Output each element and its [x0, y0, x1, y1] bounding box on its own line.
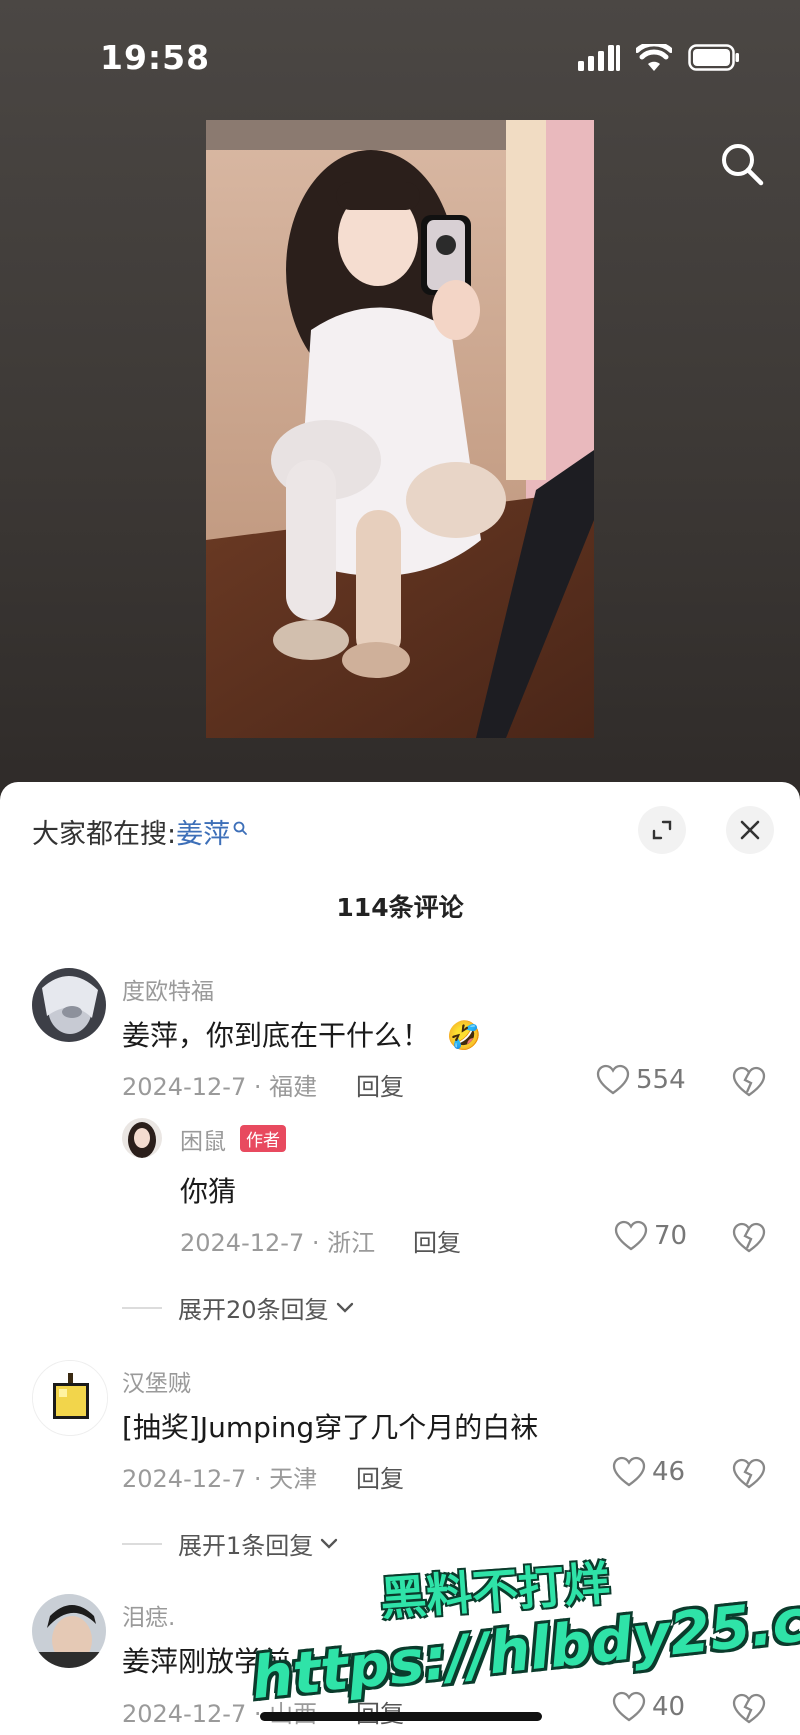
expand-replies-button[interactable]: 展开1条回复 [122, 1526, 339, 1561]
avatar[interactable] [122, 1118, 162, 1158]
status-time: 19:58 [100, 38, 211, 77]
divider-line [122, 1542, 162, 1545]
home-indicator[interactable] [260, 1712, 542, 1721]
like-button[interactable]: 554 [596, 1064, 686, 1096]
broken-heart-icon[interactable] [732, 1066, 766, 1098]
reply-username[interactable]: 困鼠 [180, 1122, 226, 1156]
close-icon [740, 820, 760, 840]
broken-heart-icon[interactable] [732, 1693, 766, 1725]
comment-text: [抽奖]Jumping穿了几个月的白袜 [122, 1411, 539, 1444]
like-count: 70 [654, 1221, 688, 1251]
expand-button[interactable] [638, 806, 686, 854]
expand-replies-label[interactable]: 展开1条回复 [178, 1526, 313, 1561]
reply-button[interactable]: 回复 [413, 1223, 461, 1258]
comment-meta: 2024-12-7 · 天津 [122, 1465, 318, 1493]
like-button[interactable]: 70 [614, 1220, 687, 1252]
avatar[interactable] [32, 1594, 106, 1668]
search-icon [233, 821, 248, 835]
divider-line [122, 1306, 162, 1309]
signal-icon [578, 44, 620, 71]
comment-count: 114条评论 [336, 893, 464, 922]
comment-text-body: 姜萍，你到底在干什么！ [122, 1019, 431, 1052]
like-count: 46 [652, 1457, 686, 1487]
avatar[interactable] [32, 1360, 108, 1436]
like-count: 554 [636, 1065, 686, 1095]
comment-sheet: 大家都在搜: 姜萍 114条评论 度欧特福 姜萍，你到底在干什么！ 🤣 2024… [0, 782, 800, 1735]
laughing-emoji: 🤣 [446, 1019, 482, 1052]
expand-icon [652, 820, 672, 840]
heart-icon [612, 1691, 646, 1722]
heart-icon [612, 1456, 646, 1487]
reply-button[interactable]: 回复 [356, 1067, 404, 1102]
comment-meta: 2024-12-7 · 福建 [122, 1073, 318, 1101]
expand-replies-button[interactable]: 展开20条回复 [122, 1290, 355, 1325]
heart-icon [596, 1064, 630, 1095]
broken-heart-icon[interactable] [732, 1222, 766, 1254]
comment-username[interactable]: 度欧特福 [122, 972, 214, 1006]
like-button[interactable]: 40 [612, 1691, 685, 1723]
heart-icon [614, 1220, 648, 1251]
battery-icon [688, 44, 739, 71]
hot-search-keyword-text[interactable]: 姜萍 [176, 812, 230, 851]
status-bar: 19:58 [0, 0, 800, 110]
comment-username[interactable]: 泪痣. [122, 1598, 175, 1632]
close-button[interactable] [726, 806, 774, 854]
post-photo[interactable] [206, 120, 594, 738]
wifi-icon [636, 44, 672, 71]
chevron-down-icon [321, 1538, 338, 1549]
reply-text: 你猜 [180, 1175, 237, 1208]
hot-search-keyword[interactable]: 姜萍 [176, 812, 248, 851]
chevron-down-icon [336, 1302, 353, 1313]
comment-username[interactable]: 汉堡贼 [122, 1364, 191, 1398]
expand-replies-label[interactable]: 展开20条回复 [178, 1290, 329, 1325]
author-badge: 作者 [240, 1125, 286, 1152]
avatar[interactable] [32, 968, 106, 1042]
like-count: 40 [652, 1692, 686, 1722]
reply-button[interactable]: 回复 [356, 1459, 404, 1494]
search-icon[interactable] [720, 142, 764, 186]
reply-meta: 2024-12-7 · 浙江 [180, 1229, 376, 1257]
like-button[interactable]: 46 [612, 1456, 685, 1488]
comment-text: 姜萍刚放学前 [122, 1645, 291, 1678]
comment-text: 姜萍，你到底在干什么！ 🤣 [122, 1014, 482, 1054]
broken-heart-icon[interactable] [732, 1458, 766, 1490]
status-icons [578, 44, 740, 71]
hot-search-label: 大家都在搜: [32, 819, 177, 850]
hot-search[interactable]: 大家都在搜: 姜萍 [32, 812, 248, 851]
